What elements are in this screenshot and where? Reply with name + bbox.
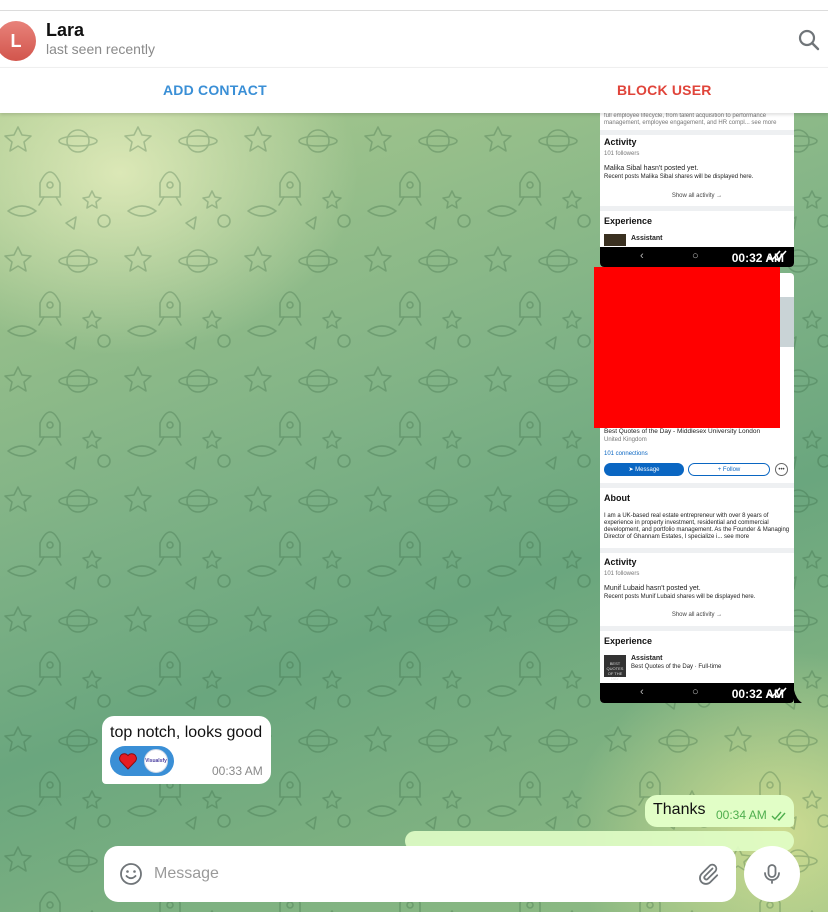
profile-banner: [780, 297, 794, 347]
phone-nav-bar: ‹ ○ 00:32 AM: [600, 247, 794, 267]
double-check-icon: [767, 687, 787, 699]
contact-action-bar: ADD CONTACT BLOCK USER: [0, 67, 828, 113]
role-company: Best Quotes of the Day · Full-time: [631, 664, 722, 670]
recent-posts-text: Recent posts Malika Sibal shares will be…: [604, 174, 754, 180]
experience-heading: Experience: [604, 636, 653, 646]
image-message[interactable]: full employee lifecycle, from talent acq…: [600, 113, 794, 267]
phone-nav-bar: ‹ ○ 00:32 AM: [600, 683, 794, 703]
show-all-activity: Show all activity →: [671, 612, 723, 618]
chat-area[interactable]: full employee lifecycle, from talent acq…: [0, 113, 828, 912]
message-text: top notch, looks good: [110, 724, 263, 741]
divider: [600, 548, 794, 553]
profile-location: United Kingdom: [604, 437, 647, 443]
double-check-icon: [771, 811, 786, 821]
message-input[interactable]: [154, 846, 674, 902]
activity-heading: Activity: [604, 137, 637, 147]
chat-header[interactable]: L Lara last seen recently: [0, 11, 828, 67]
activity-heading: Activity: [604, 557, 637, 567]
more-options-icon: •••: [775, 463, 788, 476]
message-composer: [104, 846, 736, 902]
back-nav-icon: ‹: [640, 250, 644, 262]
show-all-activity: Show all activity →: [671, 193, 723, 199]
about-text: full employee lifecycle, from talent acq…: [604, 113, 777, 126]
profile-headline: Best Quotes of the Day - Middlesex Unive…: [604, 428, 761, 435]
block-user-button[interactable]: BLOCK USER: [617, 82, 712, 98]
double-check-icon: [767, 250, 787, 262]
home-nav-icon: ○: [692, 250, 699, 262]
microphone-button[interactable]: [744, 846, 800, 902]
message-text: Thanks: [653, 801, 706, 818]
role-title: Assistant: [631, 655, 663, 662]
reaction-chip[interactable]: Visualsfy: [110, 746, 174, 776]
divider: [600, 626, 794, 631]
divider: [600, 483, 794, 488]
company-logo: BEST QUOTES OF THE DAY: [604, 655, 626, 681]
followers-count: 101 followers: [604, 571, 640, 577]
add-contact-button[interactable]: ADD CONTACT: [163, 82, 267, 98]
divider: [600, 206, 794, 211]
divider: [600, 130, 794, 135]
home-nav-icon: ○: [692, 686, 699, 698]
paperclip-icon[interactable]: [696, 862, 720, 886]
profile-connections: 101 connections: [604, 451, 648, 457]
redacted-area: [594, 267, 780, 428]
message-time: 00:34 AM: [716, 808, 767, 822]
profile-follow-button: + Follow: [688, 463, 770, 476]
chat-status: last seen recently: [46, 41, 155, 57]
recent-posts-text: Recent posts Munif Lubaid shares will be…: [604, 594, 756, 600]
back-nav-icon: ‹: [640, 686, 644, 698]
role-title: Assistant: [631, 235, 663, 242]
emoji-icon[interactable]: [119, 862, 143, 886]
avatar[interactable]: L: [0, 21, 36, 61]
search-icon[interactable]: [796, 27, 822, 53]
bubble-tail: [794, 690, 802, 703]
no-posts-text: Malika Sibal hasn't posted yet.: [604, 165, 699, 172]
reaction-avatar: Visualsfy: [144, 749, 168, 773]
about-heading: About: [604, 493, 630, 503]
chat-title[interactable]: Lara: [46, 20, 84, 41]
followers-count: 101 followers: [604, 151, 640, 157]
about-text: I am a UK-based real estate entrepreneur…: [604, 513, 790, 540]
experience-heading: Experience: [604, 216, 653, 226]
heart-icon: [119, 753, 137, 770]
message-time: 00:33 AM: [212, 764, 263, 778]
outgoing-message[interactable]: Thanks 00:34 AM: [645, 795, 794, 827]
microphone-icon: [764, 864, 780, 884]
no-posts-text: Munif Lubaid hasn't posted yet.: [604, 585, 701, 592]
profile-message-button: ➤ Message: [604, 463, 684, 476]
company-logo: [604, 234, 626, 246]
incoming-message[interactable]: top notch, looks good Visualsfy 00:33 AM: [102, 716, 271, 784]
